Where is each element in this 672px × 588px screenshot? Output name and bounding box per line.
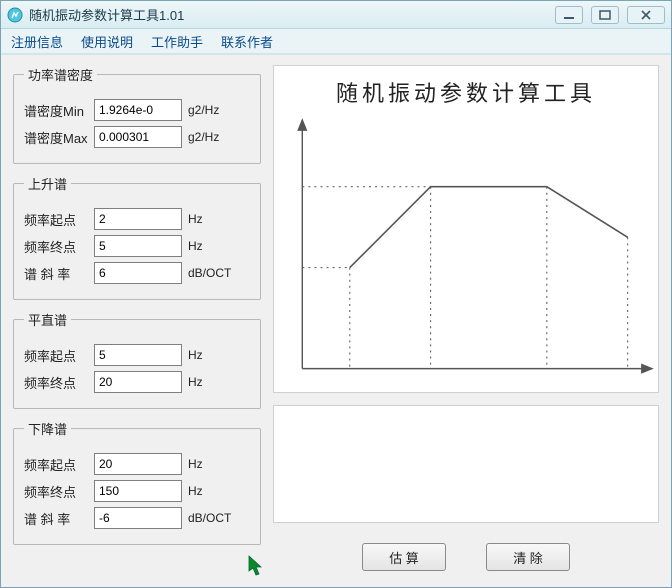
rise-slope-unit: dB/OCT [188,266,231,280]
estimate-button[interactable]: 估 算 [362,543,446,571]
menu-assistant[interactable]: 工作助手 [151,32,203,51]
psd-max-unit: g2/Hz [188,130,219,144]
psd-max-label: 谱密度Max [24,128,88,147]
psd-max-input[interactable] [94,126,182,148]
rise-slope-label: 谱 斜 率 [24,264,88,283]
window-title: 随机振动参数计算工具1.01 [29,5,555,24]
fall-end-label: 频率终点 [24,482,88,501]
psd-min-input[interactable] [94,99,182,121]
flat-end-unit: Hz [188,375,203,389]
left-column: 功率谱密度 谱密度Min g2/Hz 谱密度Max g2/Hz 上升谱 频率起点 [13,65,261,575]
rise-end-input[interactable] [94,235,182,257]
group-fall-legend: 下降谱 [24,419,71,438]
right-column: 随机振动参数计算工具 [273,65,659,575]
menu-help[interactable]: 使用说明 [81,32,133,51]
fall-start-label: 频率起点 [24,455,88,474]
row-rise-start: 频率起点 Hz [24,208,250,230]
flat-start-input[interactable] [94,344,182,366]
app-icon [7,7,23,23]
group-psd: 功率谱密度 谱密度Min g2/Hz 谱密度Max g2/Hz [13,65,261,164]
fall-slope-label: 谱 斜 率 [24,509,88,528]
app-window: 随机振动参数计算工具1.01 注册信息 使用说明 工作助手 联系作者 功率谱密度… [0,0,672,588]
rise-start-input[interactable] [94,208,182,230]
window-controls [555,6,665,24]
row-rise-end: 频率终点 Hz [24,235,250,257]
psd-min-label: 谱密度Min [24,101,88,120]
flat-end-input[interactable] [94,371,182,393]
rise-end-unit: Hz [188,239,203,253]
rise-end-label: 频率终点 [24,237,88,256]
row-flat-end: 频率终点 Hz [24,371,250,393]
rise-start-unit: Hz [188,212,203,226]
row-rise-slope: 谱 斜 率 dB/OCT [24,262,250,284]
chart-panel: 随机振动参数计算工具 [273,65,659,393]
titlebar: 随机振动参数计算工具1.01 [1,1,671,29]
fall-end-input[interactable] [94,480,182,502]
group-flat-legend: 平直谱 [24,310,71,329]
psd-min-unit: g2/Hz [188,103,219,117]
group-flat: 平直谱 频率起点 Hz 频率终点 Hz [13,310,261,409]
fall-slope-unit: dB/OCT [188,511,231,525]
flat-start-unit: Hz [188,348,203,362]
group-fall: 下降谱 频率起点 Hz 频率终点 Hz 谱 斜 率 dB/OCT [13,419,261,545]
chart-svg [274,116,658,397]
button-row: 估 算 清 除 [273,535,659,575]
fall-slope-input[interactable] [94,507,182,529]
row-flat-start: 频率起点 Hz [24,344,250,366]
menu-contact[interactable]: 联系作者 [221,32,273,51]
row-fall-start: 频率起点 Hz [24,453,250,475]
menubar: 注册信息 使用说明 工作助手 联系作者 [1,29,671,55]
client-area: 功率谱密度 谱密度Min g2/Hz 谱密度Max g2/Hz 上升谱 频率起点 [1,55,671,587]
row-psd-min: 谱密度Min g2/Hz [24,99,250,121]
row-fall-slope: 谱 斜 率 dB/OCT [24,507,250,529]
group-psd-legend: 功率谱密度 [24,65,97,84]
group-rise-legend: 上升谱 [24,174,71,193]
maximize-button[interactable] [591,6,619,24]
chart-title: 随机振动参数计算工具 [274,76,658,108]
flat-start-label: 频率起点 [24,346,88,365]
fall-end-unit: Hz [188,484,203,498]
menu-register[interactable]: 注册信息 [11,32,63,51]
rise-slope-input[interactable] [94,262,182,284]
fall-start-unit: Hz [188,457,203,471]
row-fall-end: 频率终点 Hz [24,480,250,502]
flat-end-label: 频率终点 [24,373,88,392]
group-rise: 上升谱 频率起点 Hz 频率终点 Hz 谱 斜 率 dB/OCT [13,174,261,300]
fall-start-input[interactable] [94,453,182,475]
row-psd-max: 谱密度Max g2/Hz [24,126,250,148]
clear-button[interactable]: 清 除 [486,543,570,571]
close-button[interactable] [627,6,665,24]
output-panel [273,405,659,523]
rise-start-label: 频率起点 [24,210,88,229]
minimize-button[interactable] [555,6,583,24]
